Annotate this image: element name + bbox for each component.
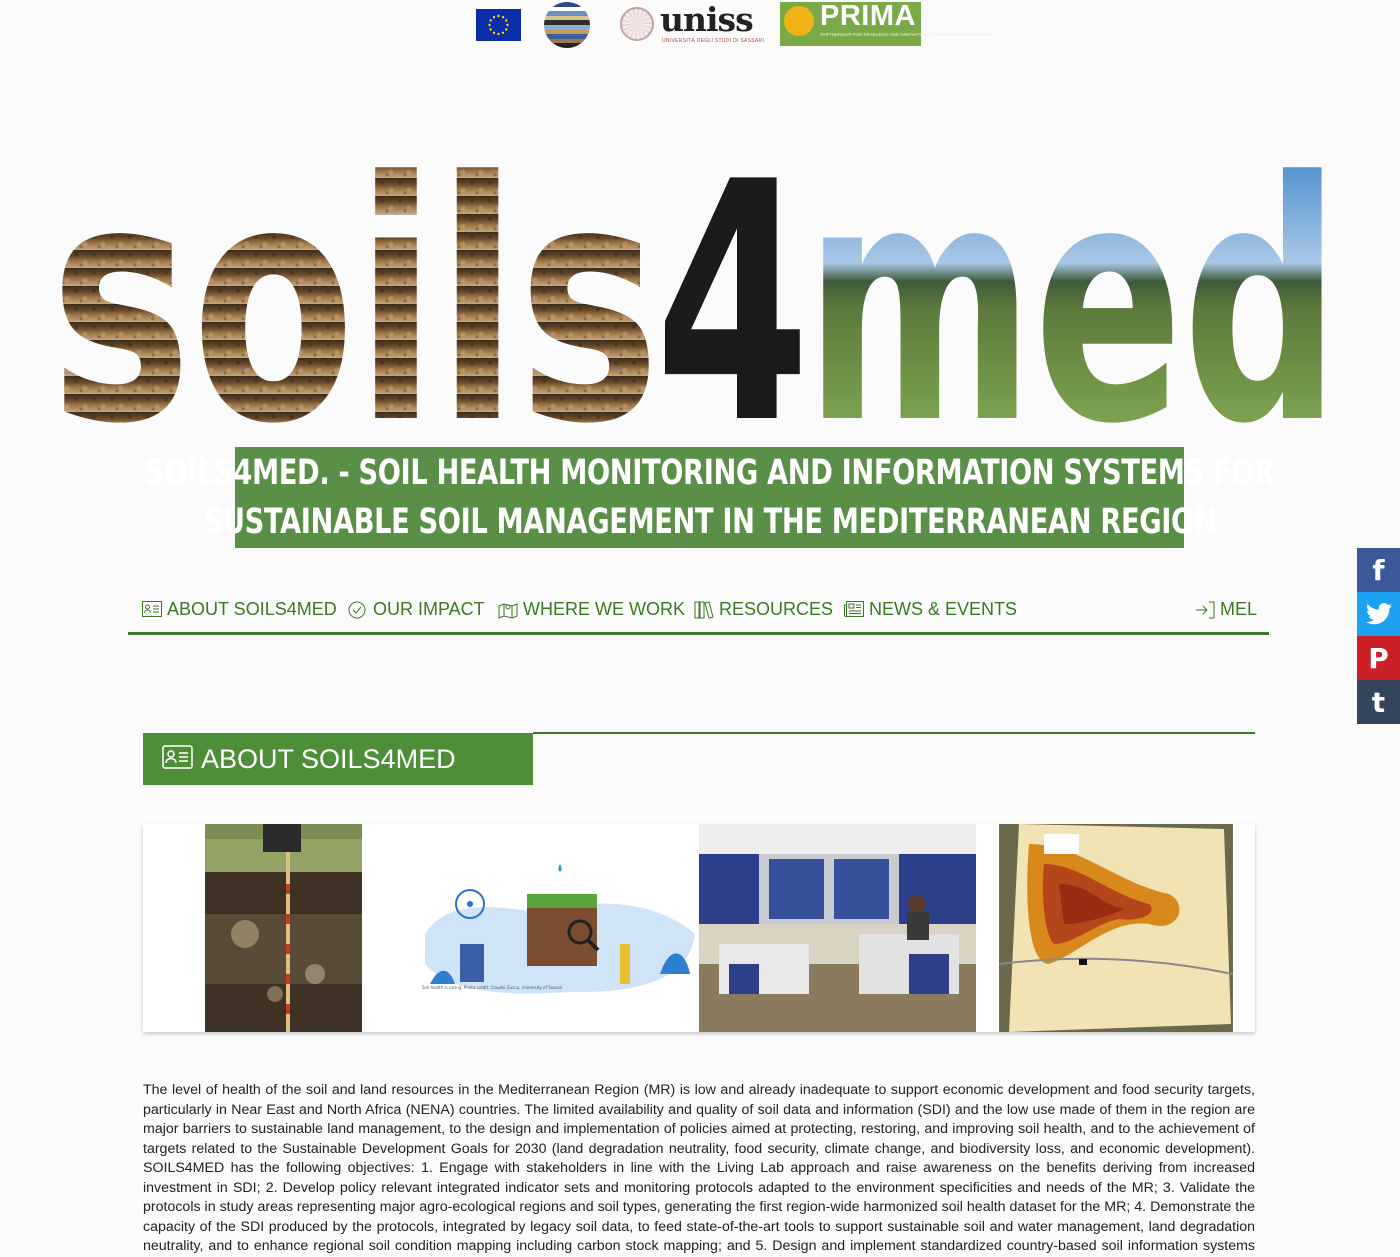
books-icon — [694, 600, 714, 619]
tumblr-share-button[interactable]: t — [1357, 680, 1400, 724]
nav-news[interactable]: NEWS & EVENTS — [844, 599, 1017, 620]
prima-subtitle: PARTNERSHIP FOR RESEARCH AND INNOVATION … — [820, 32, 998, 37]
hero-digit-four: 4 — [655, 160, 810, 430]
nav-resources[interactable]: RESOURCES — [694, 599, 833, 620]
nav-resources-label: RESOURCES — [719, 599, 834, 619]
section-header-about: ABOUT SOILS4MED — [143, 733, 533, 785]
id-card-icon — [162, 744, 193, 774]
map-pin-icon — [498, 601, 518, 619]
nav-mel-label: MEL — [1220, 599, 1258, 619]
project-title-line1: SOILS4MED. - SOIL HEALTH MONITORING AND … — [144, 452, 1275, 493]
sign-in-icon — [1195, 601, 1215, 619]
nav-mel[interactable]: MEL — [1195, 599, 1257, 620]
nav-about-label: ABOUT SOILS4MED — [167, 599, 337, 619]
pinterest-icon: P — [1368, 641, 1389, 675]
nav-about[interactable]: ABOUT SOILS4MED — [142, 599, 337, 620]
nav-impact[interactable]: OUR IMPACT — [348, 599, 485, 620]
laboratory-photo[interactable] — [699, 824, 976, 1032]
id-card-icon — [142, 600, 162, 619]
uniss-logo: uniss UNIVERSITÀ DEGLI STUDI DI SASSARI — [620, 0, 764, 44]
illustration-caption: Soil health is caring. Photo credit: Cla… — [422, 985, 563, 990]
about-paragraph: The level of health of the soil and land… — [143, 1082, 1255, 1254]
facebook-share-button[interactable]: f — [1357, 548, 1400, 592]
nav-impact-label: OUR IMPACT — [373, 599, 485, 619]
prima-wordmark: PRIMA — [820, 0, 916, 32]
uniss-subtitle: UNIVERSITÀ DEGLI STUDI DI SASSARI — [662, 38, 765, 44]
newspaper-icon — [844, 600, 864, 619]
lightbulb-icon — [784, 6, 814, 36]
prima-logo: PRIMA PARTNERSHIP FOR RESEARCH AND INNOV… — [780, 0, 997, 46]
soil-health-illustration[interactable]: Soil health is caring. Photo credit: Cla… — [420, 824, 697, 1032]
uniss-wordmark: uniss — [660, 0, 754, 39]
twitter-icon — [1365, 603, 1392, 625]
section-divider — [533, 732, 1255, 734]
social-share-bar: f P t — [1357, 548, 1400, 724]
partner-stripes-logo — [544, 2, 590, 48]
project-title-line2: SUSTAINABLE SOIL MANAGEMENT IN THE MEDIT… — [203, 501, 1216, 542]
project-title: SOILS4MED. - SOIL HEALTH MONITORING AND … — [144, 449, 1275, 547]
soils4med-hero-logo: soils med 4 — [0, 160, 1400, 430]
section-title: ABOUT SOILS4MED — [201, 743, 456, 774]
nav-news-label: NEWS & EVENTS — [869, 599, 1018, 619]
uniss-seal-icon — [620, 7, 654, 41]
facebook-icon: f — [1372, 553, 1385, 587]
check-circle-icon — [348, 601, 368, 619]
eu-flag-logo — [476, 9, 521, 41]
project-title-banner: SOILS4MED. - SOIL HEALTH MONITORING AND … — [145, 447, 1275, 548]
nav-where-label: WHERE WE WORK — [523, 599, 685, 619]
nav-where[interactable]: WHERE WE WORK — [498, 599, 685, 620]
twitter-share-button[interactable] — [1357, 592, 1400, 636]
soil-profile-photo[interactable] — [205, 824, 362, 1032]
main-nav: ABOUT SOILS4MED OUR IMPACT WHERE WE WORK… — [128, 590, 1269, 635]
soil-map-image[interactable] — [999, 824, 1233, 1032]
tumblr-icon: t — [1371, 685, 1386, 719]
pinterest-share-button[interactable]: P — [1357, 636, 1400, 680]
image-gallery: Soil health is caring. Photo credit: Cla… — [143, 824, 1255, 1032]
partner-logos: uniss UNIVERSITÀ DEGLI STUDI DI SASSARI … — [0, 0, 1400, 48]
